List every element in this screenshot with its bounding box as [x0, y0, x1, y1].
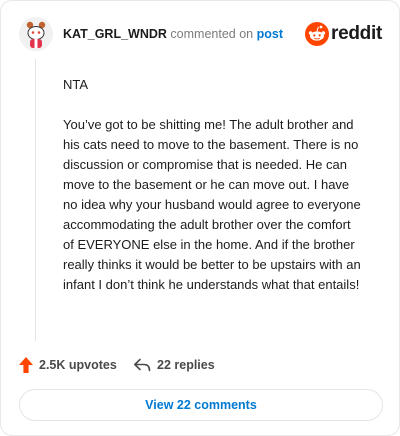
replies-button[interactable]: 22 replies [133, 355, 215, 375]
comment-card: KAT_GRL_WNDR commented on post reddit NT… [0, 0, 400, 436]
upvote-arrow-icon [19, 357, 33, 373]
thread-line [35, 59, 36, 341]
comment-actions: 2.5K upvotes 22 replies [19, 355, 381, 375]
post-link[interactable]: post [257, 27, 283, 41]
view-comments-button[interactable]: View 22 comments [19, 389, 383, 421]
comment-header: KAT_GRL_WNDR commented on post reddit [19, 17, 385, 53]
comment-body: NTA You’ve got to be shitting me! The ad… [63, 75, 363, 295]
comment-paragraph: NTA [63, 77, 89, 92]
commented-on-text: commented on [170, 27, 254, 41]
snoo-avatar-icon [19, 17, 53, 51]
replies-count: 22 replies [157, 358, 215, 372]
reddit-logo-icon [305, 22, 329, 46]
reddit-wordmark: reddit [331, 23, 382, 44]
comment-paragraph: You’ve got to be shitting me! The adult … [63, 117, 361, 292]
reddit-brand[interactable]: reddit [305, 19, 385, 49]
username-link[interactable]: KAT_GRL_WNDR [63, 27, 167, 41]
upvote-button[interactable]: 2.5K upvotes [19, 355, 117, 375]
reply-arrow-icon [134, 358, 151, 372]
byline: KAT_GRL_WNDR commented on post [63, 27, 283, 41]
avatar[interactable] [19, 17, 53, 51]
upvote-count: 2.5K upvotes [39, 358, 117, 372]
